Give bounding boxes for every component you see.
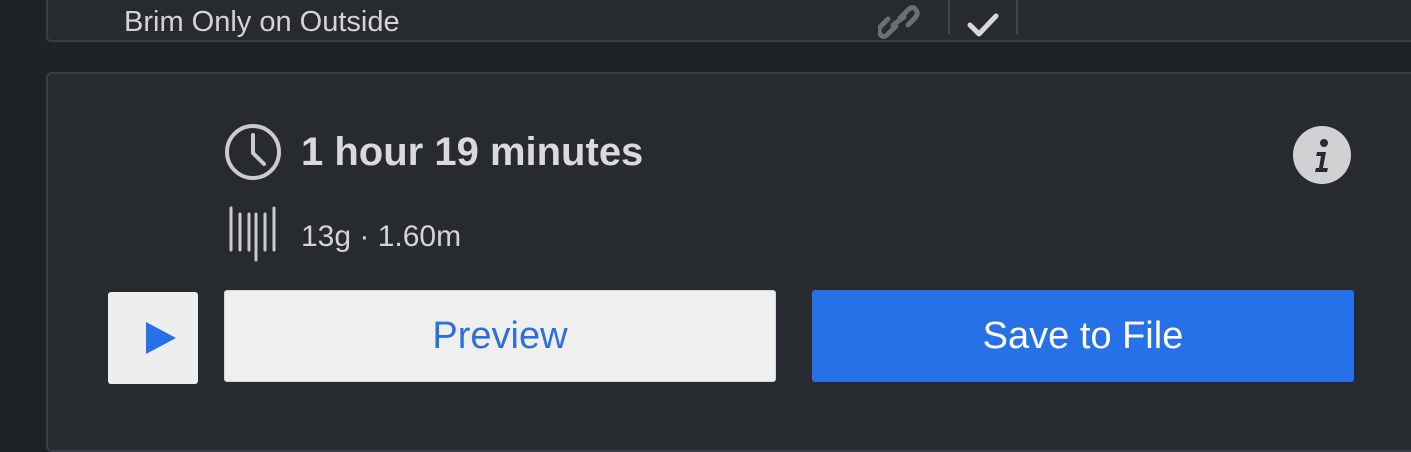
filament-spool-icon [228,206,280,262]
link-icon[interactable] [876,4,920,40]
save-to-file-button[interactable]: Save to File [812,290,1354,382]
check-icon[interactable] [966,12,1000,38]
info-icon[interactable] [1293,126,1351,184]
material-estimate: 13g · 1.60m [301,220,462,253]
preview-button[interactable]: Preview [224,290,776,382]
print-time: 1 hour 19 minutes [301,130,644,174]
play-button[interactable] [108,292,198,384]
setting-row-panel: Brim Only on Outside [46,0,1411,42]
column-divider [1016,0,1018,34]
print-action-panel: 1 hour 19 minutes 13g · 1.60m Preview Sa… [46,72,1411,452]
play-icon [146,322,176,354]
column-divider [948,0,950,34]
clock-icon [223,122,283,182]
setting-label: Brim Only on Outside [124,6,400,38]
